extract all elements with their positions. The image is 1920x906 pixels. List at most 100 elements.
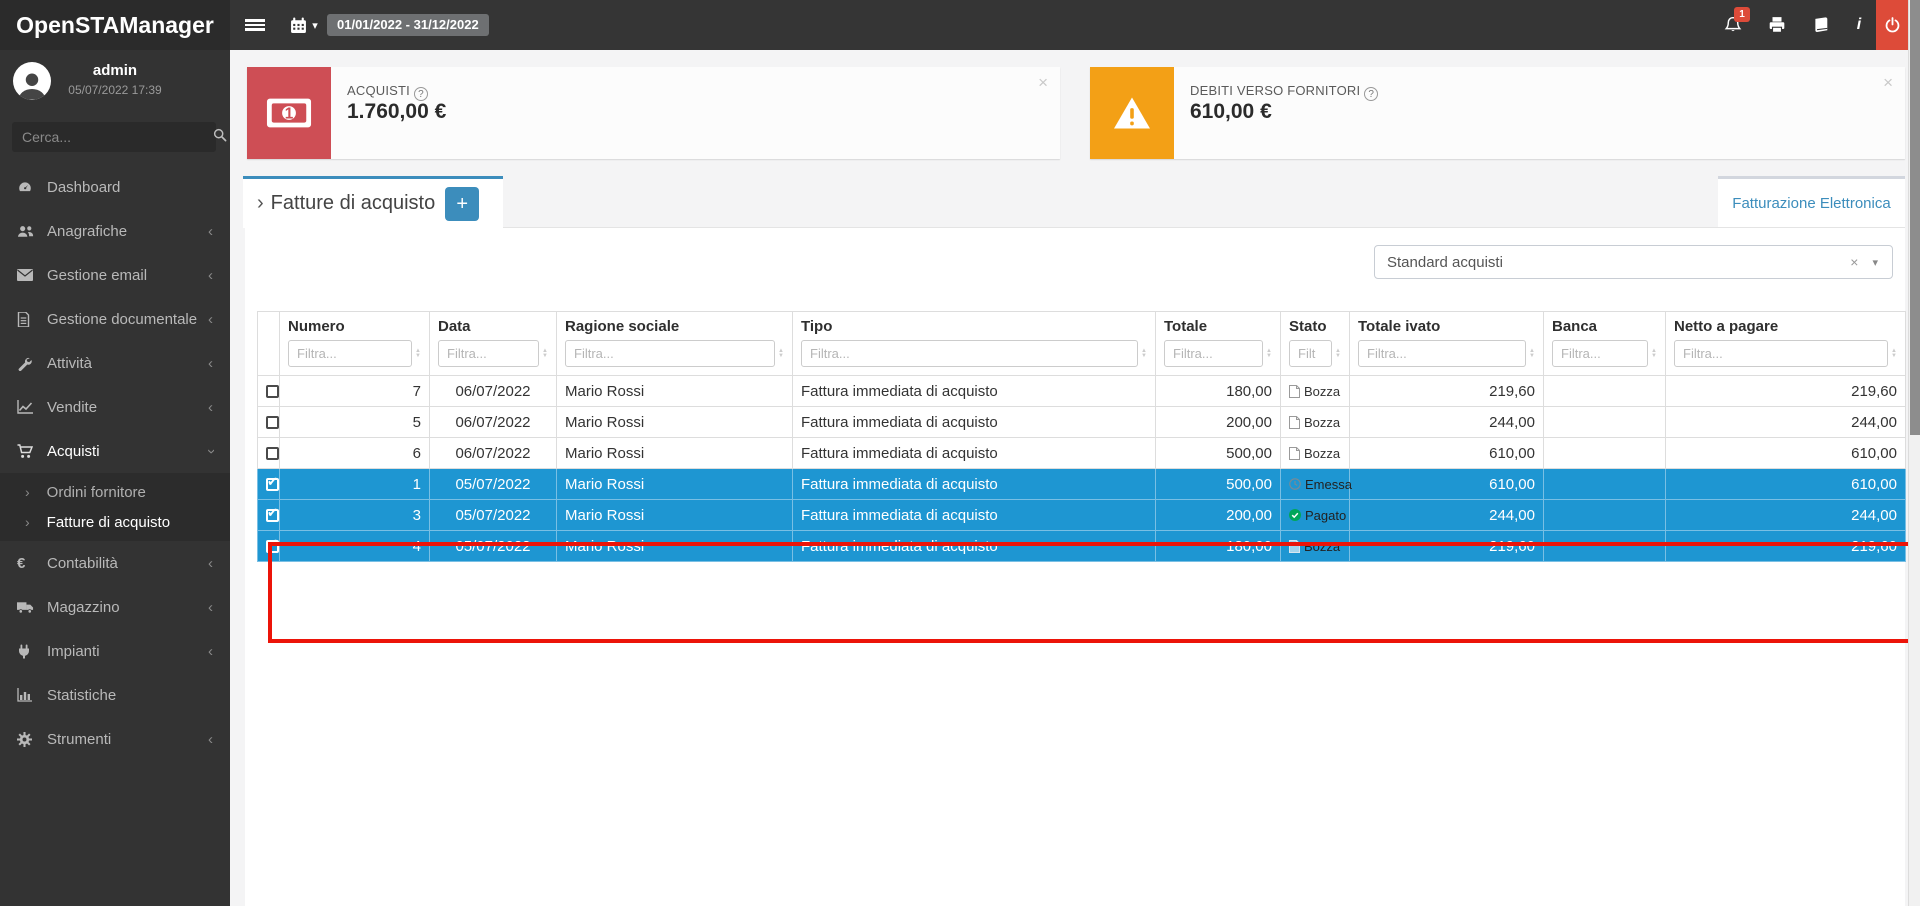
sidebar-subitem-ordini-fornitore[interactable]: › Ordini fornitore	[0, 477, 230, 507]
filter-totale-ivato-input[interactable]	[1358, 340, 1526, 367]
table-row[interactable]: 7 06/07/2022 Mario Rossi Fattura immedia…	[258, 376, 1906, 407]
sidebar-item-gestione-documentale[interactable]: Gestione documentale ‹	[0, 297, 230, 341]
filter-totale-input[interactable]	[1164, 340, 1263, 367]
row-checkbox[interactable]	[266, 416, 279, 429]
sidebar-subitem-fatture-di-acquisto[interactable]: › Fatture di acquisto	[0, 507, 230, 537]
sort-icons[interactable]: ▲▼	[1332, 349, 1341, 359]
sort-icons[interactable]: ▲▼	[412, 349, 421, 359]
header-totale[interactable]: Totale ▲▼	[1156, 312, 1281, 376]
sidebar-search[interactable]	[12, 122, 216, 152]
draft-file-icon	[1289, 540, 1300, 553]
logout-power-button[interactable]	[1876, 0, 1908, 50]
header-data[interactable]: Data ▲▼	[430, 312, 557, 376]
envelope-icon	[17, 269, 41, 281]
header-netto-a-pagare[interactable]: Netto a pagare ▲▼	[1666, 312, 1906, 376]
sidebar-item-contabilita[interactable]: € Contabilità ‹	[0, 541, 230, 585]
filter-tipo-input[interactable]	[801, 340, 1138, 367]
table-row[interactable]: 6 06/07/2022 Mario Rossi Fattura immedia…	[258, 438, 1906, 469]
chevron-left-icon: ‹	[208, 599, 213, 616]
arrow-right-icon: ›	[25, 484, 30, 500]
plugin-select[interactable]: Standard acquisti × ▾	[1374, 245, 1893, 279]
page-scrollbar[interactable]	[1908, 0, 1920, 906]
search-input[interactable]	[12, 129, 213, 145]
sort-icons[interactable]: ▲▼	[775, 349, 784, 359]
sidebar-item-statistiche[interactable]: Statistiche	[0, 673, 230, 717]
draft-file-icon	[1289, 416, 1300, 429]
header-banca[interactable]: Banca ▲▼	[1544, 312, 1666, 376]
header-ragione-sociale[interactable]: Ragione sociale ▲▼	[557, 312, 793, 376]
close-icon[interactable]: ×	[1883, 73, 1893, 93]
chevron-left-icon: ‹	[208, 399, 213, 416]
menu-toggle-icon[interactable]	[233, 0, 277, 50]
sidebar-item-gestione-email[interactable]: Gestione email ‹	[0, 253, 230, 297]
card-value: 1.760,00 €	[347, 100, 446, 124]
table-row-selected[interactable]: ✔ 3 05/07/2022 Mario Rossi Fattura immed…	[258, 500, 1906, 531]
filter-banca-input[interactable]	[1552, 340, 1648, 367]
date-range-badge[interactable]: 01/01/2022 - 31/12/2022	[327, 14, 489, 36]
header-totale-ivato[interactable]: Totale ivato ▲▼	[1350, 312, 1544, 376]
card-value: 610,00 €	[1190, 100, 1272, 124]
row-checkbox-checked[interactable]: ✔	[266, 478, 279, 491]
scrollbar-thumb[interactable]	[1910, 0, 1920, 435]
help-circle-icon[interactable]: ?	[1364, 87, 1378, 101]
sort-icons[interactable]: ▲▼	[539, 349, 548, 359]
bar-chart-icon	[17, 688, 41, 702]
sidebar-item-magazzino[interactable]: Magazzino ‹	[0, 585, 230, 629]
filter-stato-input[interactable]	[1289, 340, 1332, 367]
calendar-icon[interactable]: ▾	[280, 0, 328, 50]
notification-count-badge: 1	[1734, 7, 1750, 22]
docs-book-icon[interactable]	[1800, 0, 1842, 50]
sidebar-item-impianti[interactable]: Impianti ‹	[0, 629, 230, 673]
header-stato[interactable]: Stato ▲▼	[1281, 312, 1350, 376]
issued-clock-icon	[1289, 478, 1301, 490]
close-icon[interactable]: ×	[1038, 73, 1048, 93]
row-checkbox-checked[interactable]: ✔	[266, 540, 279, 553]
paid-check-circle-icon	[1289, 509, 1301, 521]
document-icon	[17, 312, 41, 327]
chart-line-icon	[17, 400, 41, 414]
status-badge: Bozza	[1289, 384, 1341, 399]
search-icon[interactable]	[213, 128, 227, 147]
sidebar-item-dashboard[interactable]: Dashboard	[0, 165, 230, 209]
chevron-left-icon: ‹	[208, 355, 213, 372]
draft-file-icon	[1289, 385, 1300, 398]
table-row-selected[interactable]: ✔ 4 05/07/2022 Mario Rossi Fattura immed…	[258, 531, 1906, 562]
tab-fatturazione-elettronica[interactable]: Fatturazione Elettronica	[1718, 176, 1905, 227]
sort-icons[interactable]: ▲▼	[1648, 349, 1657, 359]
clear-selection-icon[interactable]: ×	[1836, 254, 1872, 270]
sidebar-item-vendite[interactable]: Vendite ‹	[0, 385, 230, 429]
table-row[interactable]: 5 06/07/2022 Mario Rossi Fattura immedia…	[258, 407, 1906, 438]
info-icon[interactable]: i	[1842, 0, 1876, 50]
help-circle-icon[interactable]: ?	[414, 87, 428, 101]
row-checkbox[interactable]	[266, 447, 279, 460]
gauge-icon	[17, 179, 41, 195]
sidebar: admin 05/07/2022 17:39 Dashboard Anagraf…	[0, 50, 230, 906]
tab-fatture-di-acquisto[interactable]: › Fatture di acquisto +	[243, 176, 503, 228]
filter-data-input[interactable]	[438, 340, 539, 367]
row-checkbox-checked[interactable]: ✔	[266, 509, 279, 522]
filter-netto-input[interactable]	[1674, 340, 1888, 367]
cart-icon	[17, 444, 41, 459]
row-checkbox[interactable]	[266, 385, 279, 398]
sort-icons[interactable]: ▲▼	[1888, 349, 1897, 359]
add-invoice-button[interactable]: +	[445, 187, 479, 221]
header-tipo[interactable]: Tipo ▲▼	[793, 312, 1156, 376]
header-numero[interactable]: Numero ▲▼	[280, 312, 430, 376]
euro-icon: €	[17, 555, 41, 572]
select-caret-icon[interactable]: ▾	[1872, 256, 1892, 269]
sort-icons[interactable]: ▲▼	[1138, 349, 1147, 359]
sort-icons[interactable]: ▲▼	[1526, 349, 1535, 359]
sidebar-item-anagrafiche[interactable]: Anagrafiche ‹	[0, 209, 230, 253]
gear-icon	[17, 732, 41, 747]
warning-triangle-icon	[1090, 67, 1174, 159]
status-badge: Bozza	[1289, 415, 1341, 430]
sidebar-item-acquisti[interactable]: Acquisti ‹	[0, 429, 230, 473]
sidebar-item-attivita[interactable]: Attività ‹	[0, 341, 230, 385]
notifications-bell-icon[interactable]: 1	[1712, 0, 1754, 50]
sidebar-item-strumenti[interactable]: Strumenti ‹	[0, 717, 230, 761]
filter-ragione-input[interactable]	[565, 340, 775, 367]
print-icon[interactable]	[1756, 0, 1798, 50]
table-row-selected[interactable]: ✔ 1 05/07/2022 Mario Rossi Fattura immed…	[258, 469, 1906, 500]
sort-icons[interactable]: ▲▼	[1263, 349, 1272, 359]
filter-numero-input[interactable]	[288, 340, 412, 367]
